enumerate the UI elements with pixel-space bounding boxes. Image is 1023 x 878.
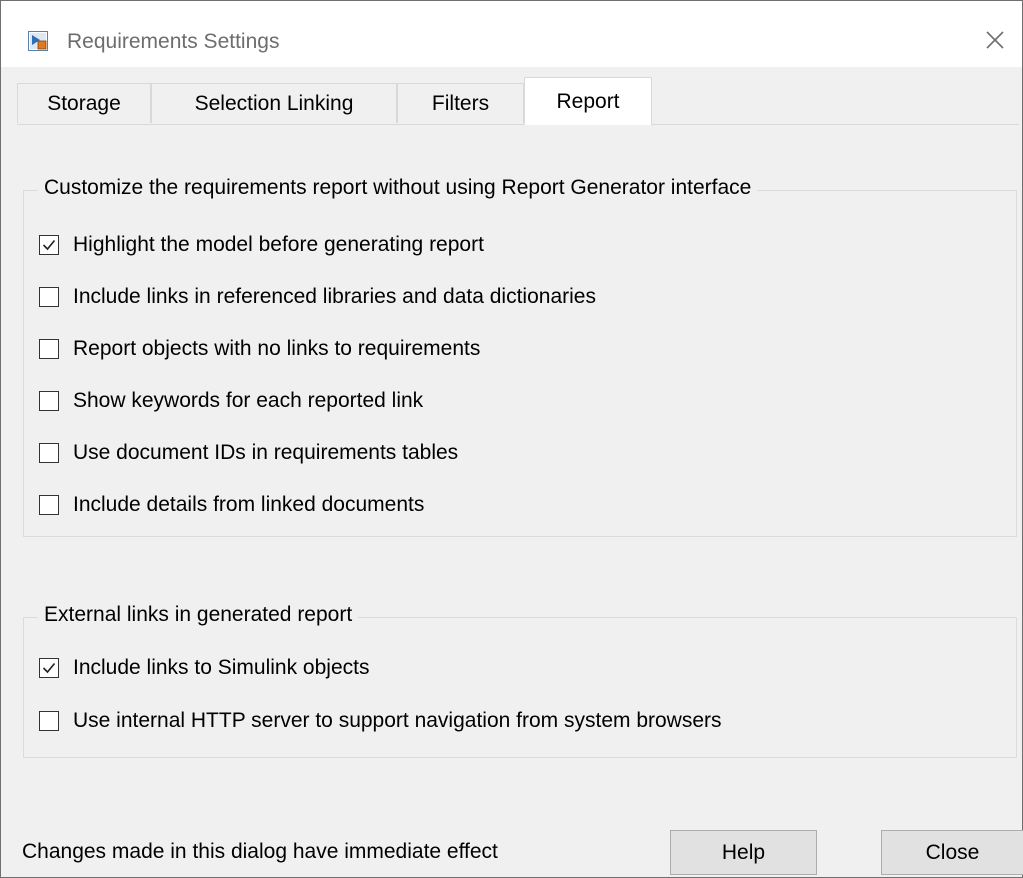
include-linked-details-checkbox[interactable]: Include details from linked documents [39, 491, 424, 519]
tab-strip: Storage Selection Linking Filters Report [17, 77, 1022, 125]
close-button[interactable]: Close [881, 830, 1023, 875]
highlight-model-checkbox[interactable]: Highlight the model before generating re… [39, 231, 484, 259]
checkbox-box[interactable] [39, 443, 59, 463]
report-unlinked-objects-checkbox[interactable]: Report objects with no links to requirem… [39, 335, 480, 363]
checkbox-box[interactable] [39, 235, 59, 255]
help-button[interactable]: Help [670, 830, 817, 875]
external-links-group: External links in generated report Inclu… [23, 601, 1017, 758]
tab-storage[interactable]: Storage [17, 83, 151, 123]
report-tab-panel: Customize the requirements report withou… [17, 124, 1019, 810]
tab-report[interactable]: Report [524, 77, 652, 125]
checkbox-box[interactable] [39, 391, 59, 411]
report-customization-group: Customize the requirements report withou… [23, 174, 1017, 537]
simulink-requirements-icon [28, 31, 48, 51]
show-keywords-checkbox[interactable]: Show keywords for each reported link [39, 387, 423, 415]
tab-filters[interactable]: Filters [397, 83, 524, 123]
checkbox-label: Use document IDs in requirements tables [73, 441, 459, 464]
tab-selection-linking[interactable]: Selection Linking [151, 83, 397, 123]
checkbox-label: Show keywords for each reported link [73, 389, 424, 412]
use-http-server-checkbox[interactable]: Use internal HTTP server to support navi… [39, 707, 722, 735]
include-simulink-links-checkbox[interactable]: Include links to Simulink objects [39, 654, 369, 682]
checkbox-label: Include links to Simulink objects [73, 656, 370, 679]
checkbox-label: Include details from linked documents [73, 493, 425, 516]
external-links-legend: External links in generated report [38, 601, 359, 629]
window-title: Requirements Settings [67, 30, 280, 53]
use-document-ids-checkbox[interactable]: Use document IDs in requirements tables [39, 439, 458, 467]
checkbox-box[interactable] [39, 658, 59, 678]
include-referenced-libraries-checkbox[interactable]: Include links in referenced libraries an… [39, 283, 596, 311]
checkbox-box[interactable] [39, 339, 59, 359]
checkbox-label: Highlight the model before generating re… [73, 233, 484, 256]
checkbox-box[interactable] [39, 711, 59, 731]
checkbox-label: Report objects with no links to requirem… [73, 337, 481, 360]
title-bar: Requirements Settings [1, 1, 1022, 67]
report-customization-legend: Customize the requirements report withou… [38, 174, 758, 202]
checkbox-label: Use internal HTTP server to support navi… [73, 709, 722, 732]
close-icon[interactable] [982, 27, 1008, 53]
checkbox-box[interactable] [39, 287, 59, 307]
status-text: Changes made in this dialog have immedia… [22, 840, 498, 863]
checkbox-box[interactable] [39, 495, 59, 515]
requirements-settings-dialog: Requirements Settings Storage Selection … [0, 0, 1023, 878]
checkbox-label: Include links in referenced libraries an… [73, 285, 596, 308]
